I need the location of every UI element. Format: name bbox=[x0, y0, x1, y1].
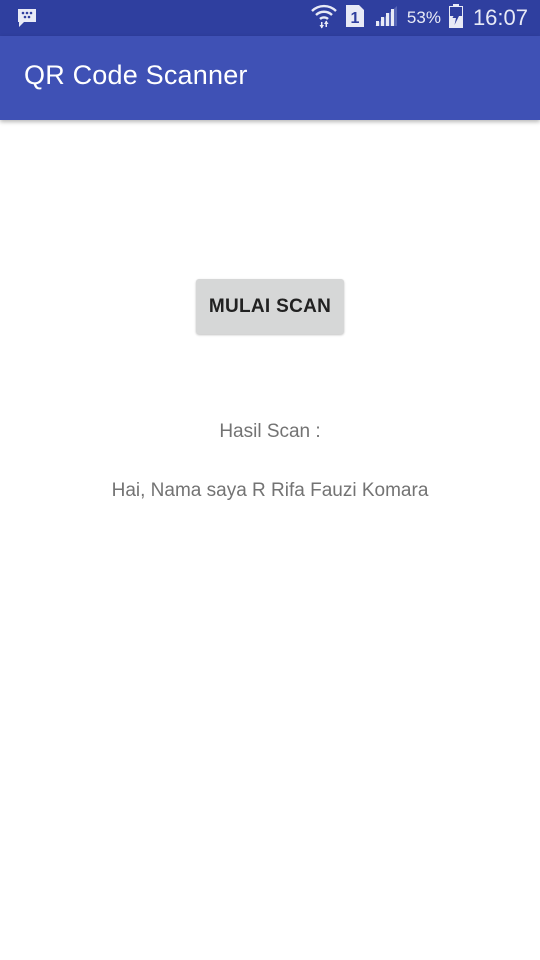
battery-percent: 53% bbox=[406, 8, 441, 27]
status-icons: 1 53% 16:07 bbox=[311, 0, 528, 36]
result-value: Hai, Nama saya R Rifa Fauzi Komara bbox=[111, 480, 429, 501]
sim-icon: 1 bbox=[345, 4, 365, 33]
signal-icon bbox=[373, 4, 399, 33]
clock: 16:07 bbox=[472, 5, 528, 30]
status-bar: 1 53% 16:07 bbox=[0, 0, 540, 36]
bbm-notification-icon bbox=[16, 8, 38, 28]
sim-slot-label: 1 bbox=[350, 10, 359, 27]
app-title: QR Code Scanner bbox=[24, 60, 248, 90]
scan-button[interactable]: MULAI SCAN bbox=[196, 279, 344, 334]
battery-icon bbox=[448, 3, 463, 33]
app-bar: QR Code Scanner bbox=[0, 36, 540, 120]
result-label: Hasil Scan : bbox=[219, 421, 321, 442]
wifi-icon bbox=[311, 3, 337, 34]
